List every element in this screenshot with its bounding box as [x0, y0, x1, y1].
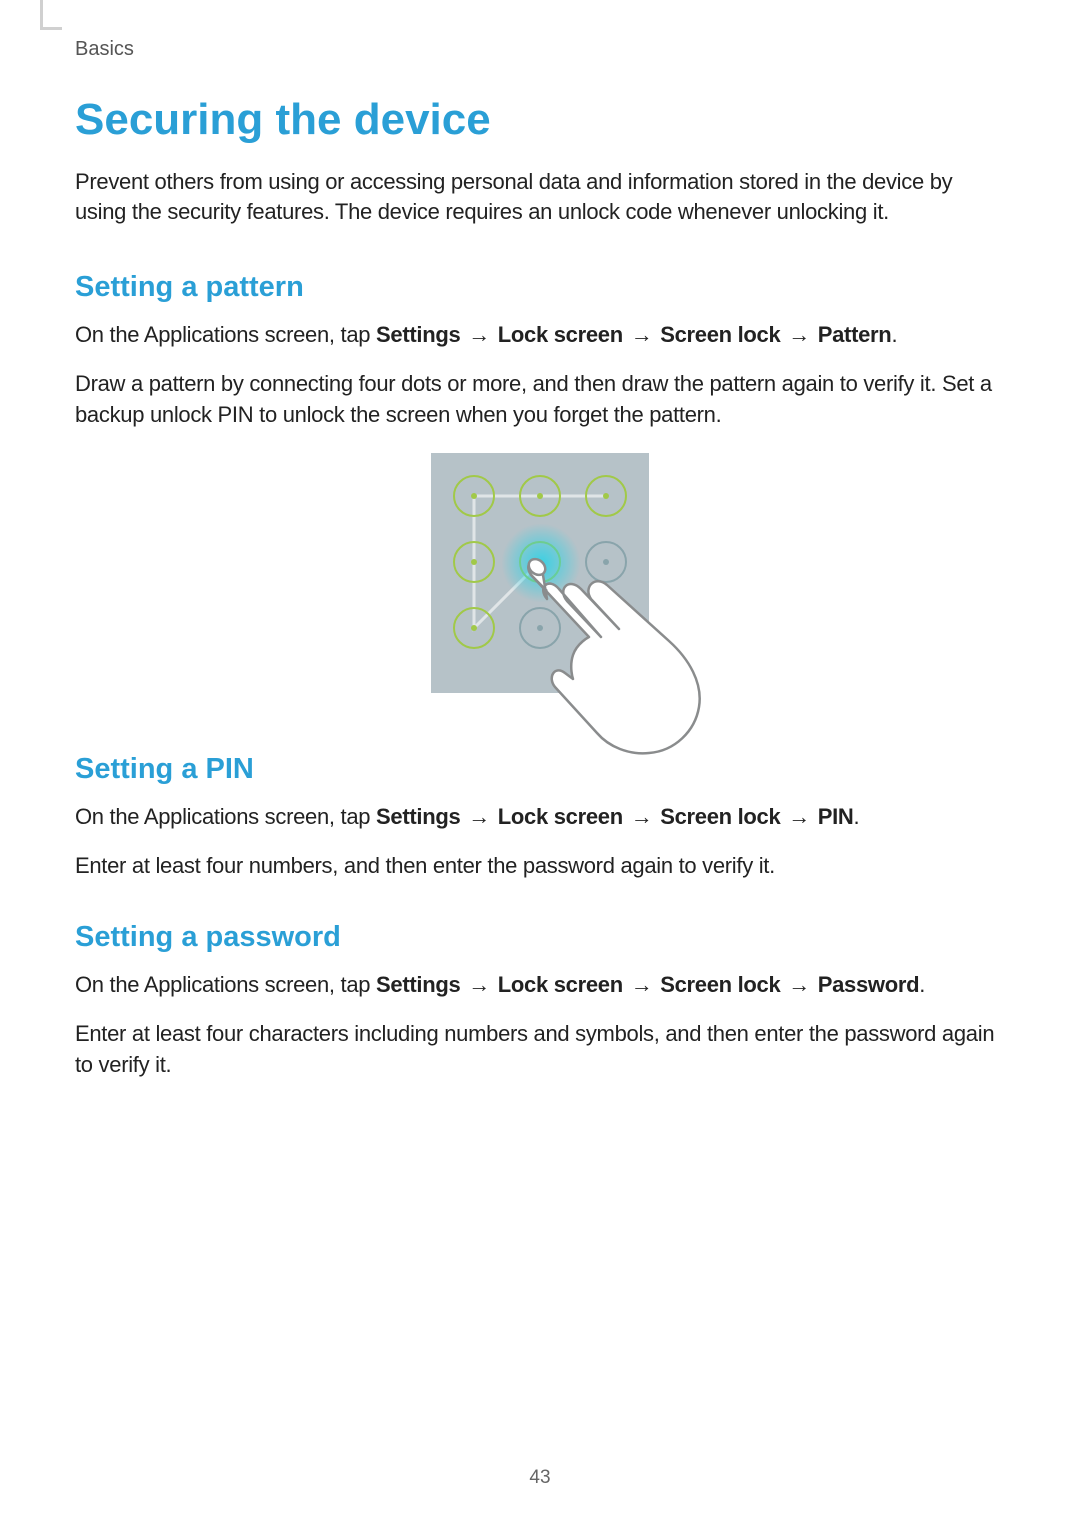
- nav-item: Lock screen: [498, 972, 623, 997]
- page-content: Securing the device Prevent others from …: [75, 95, 1005, 1121]
- page-number: 43: [0, 1467, 1080, 1489]
- nav-item: Settings: [376, 972, 460, 997]
- section-pattern: Setting a pattern On the Applications sc…: [75, 271, 1005, 692]
- nav-item: Lock screen: [498, 804, 623, 829]
- nav-item: PIN: [818, 804, 854, 829]
- hand-icon: [519, 545, 719, 765]
- section-password-body: Enter at least four characters including…: [75, 1019, 1005, 1081]
- nav-item: Settings: [376, 804, 460, 829]
- page-intro: Prevent others from using or accessing p…: [75, 167, 1005, 226]
- section-password: Setting a password On the Applications s…: [75, 921, 1005, 1080]
- arrow-icon: →: [629, 804, 655, 829]
- nav-prefix: On the Applications screen, tap: [75, 804, 376, 829]
- section-pin: Setting a PIN On the Applications screen…: [75, 753, 1005, 882]
- pattern-dot: [453, 607, 495, 649]
- arrow-icon: →: [466, 322, 492, 347]
- section-pin-nav: On the Applications screen, tap Settings…: [75, 802, 1005, 833]
- header-tab-decoration: [40, 0, 62, 30]
- pattern-dot: [585, 475, 627, 517]
- nav-item: Screen lock: [660, 804, 780, 829]
- pattern-dot: [453, 541, 495, 583]
- arrow-icon: →: [786, 804, 812, 829]
- page-title: Securing the device: [75, 95, 1005, 145]
- arrow-icon: →: [629, 322, 655, 347]
- nav-item: Screen lock: [660, 322, 780, 347]
- arrow-icon: →: [786, 972, 812, 997]
- pattern-dot: [453, 475, 495, 517]
- pattern-illustration: [75, 453, 1005, 693]
- breadcrumb: Basics: [75, 38, 134, 61]
- arrow-icon: →: [466, 972, 492, 997]
- section-pattern-body: Draw a pattern by connecting four dots o…: [75, 369, 1005, 431]
- nav-item: Pattern: [818, 322, 892, 347]
- section-pin-body: Enter at least four numbers, and then en…: [75, 851, 1005, 882]
- nav-item: Settings: [376, 322, 460, 347]
- section-pattern-heading: Setting a pattern: [75, 271, 1005, 304]
- section-pattern-nav: On the Applications screen, tap Settings…: [75, 320, 1005, 351]
- nav-prefix: On the Applications screen, tap: [75, 972, 376, 997]
- nav-item: Screen lock: [660, 972, 780, 997]
- pattern-dot: [519, 475, 561, 517]
- arrow-icon: →: [466, 804, 492, 829]
- nav-item: Lock screen: [498, 322, 623, 347]
- arrow-icon: →: [629, 972, 655, 997]
- nav-prefix: On the Applications screen, tap: [75, 322, 376, 347]
- arrow-icon: →: [786, 322, 812, 347]
- nav-item: Password: [818, 972, 920, 997]
- section-password-nav: On the Applications screen, tap Settings…: [75, 970, 1005, 1001]
- section-password-heading: Setting a password: [75, 921, 1005, 954]
